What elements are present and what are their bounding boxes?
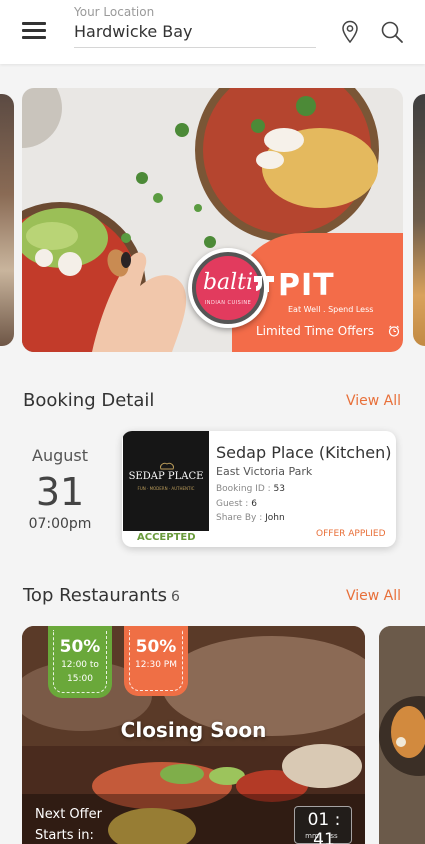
guest-count: Guest : 6 <box>216 499 257 509</box>
ribbon-discount: 50% <box>135 637 177 657</box>
offer-ribbon-green: 50% 12:00 to 15:00 <box>48 626 112 698</box>
location-underline <box>74 47 316 48</box>
location-label: Your Location <box>74 5 155 19</box>
menu-icon[interactable] <box>22 22 46 40</box>
sedap-logo-text: SEDAP PLACE <box>128 471 204 482</box>
booking-time: 07:00pm <box>28 516 92 532</box>
restaurants-section-title: Top Restaurants 6 <box>23 585 180 606</box>
restaurant-card[interactable]: 50% 12:00 to 15:00 50% 12:30 PM Closing … <box>22 626 365 844</box>
timer-unit-minutes: mm <box>305 832 319 840</box>
promo-banner[interactable]: balti INDIAN CUISINE PIT Eat Well . Spen… <box>22 88 403 352</box>
booking-month: August <box>32 446 88 465</box>
search-icon[interactable] <box>380 20 404 44</box>
booking-day: 31 <box>35 470 85 514</box>
offer-applied-badge: OFFER APPLIED <box>316 529 386 539</box>
sedap-logo-subtitle: FUN · MODERN · AUTHENTIC <box>137 486 195 491</box>
restaurants-title-text: Top Restaurants <box>23 585 168 606</box>
guest-value: 6 <box>251 499 257 509</box>
chef-hat-icon <box>160 462 174 470</box>
restaurants-view-all-link[interactable]: View All <box>346 588 401 604</box>
location-pin-icon[interactable] <box>340 20 360 44</box>
booking-id-label: Booking ID : <box>216 484 271 494</box>
next-restaurant-card-peek[interactable] <box>379 626 425 844</box>
restaurants-count: 6 <box>171 589 180 605</box>
banner-previous-peek[interactable] <box>0 94 14 346</box>
next-offer-line-1: Next Offer <box>35 807 102 822</box>
restaurant-location: East Victoria Park <box>216 465 313 478</box>
timer-units: mm ss <box>301 832 347 840</box>
ribbon-time-line-2: 15:00 <box>67 674 93 684</box>
offer-ribbon-orange: 50% 12:30 PM <box>124 626 188 696</box>
restaurant-name: Sedap Place (Kitchen) <box>216 443 392 462</box>
ribbon-time: 12:00 to 15:00 <box>48 658 112 686</box>
share-by: Share By : John <box>216 513 285 523</box>
pit-tagline: Eat Well . Spend Less <box>288 305 374 314</box>
alarm-clock-icon <box>388 325 400 337</box>
balti-logo-subtitle: INDIAN CUISINE <box>204 300 252 306</box>
countdown-timer: 01 : 41 mm ss <box>294 806 352 844</box>
share-by-label: Share By : <box>216 513 263 523</box>
status-badge: ACCEPTED <box>137 532 196 543</box>
pit-logo-icon <box>254 276 274 292</box>
ribbon-time-line-1: 12:00 to <box>61 660 99 670</box>
booking-id: Booking ID : 53 <box>216 484 285 494</box>
next-offer-line-2: Starts in: <box>35 828 94 843</box>
ribbon-time-line-1: 12:30 PM <box>135 660 177 670</box>
sedap-place-logo: SEDAP PLACE FUN · MODERN · AUTHENTIC <box>123 431 209 531</box>
timer-unit-seconds: ss <box>330 832 338 840</box>
next-offer-label: Next Offer Starts in: <box>35 804 102 844</box>
guest-label: Guest : <box>216 499 249 509</box>
closing-soon-label: Closing Soon <box>120 718 267 742</box>
app-header: Your Location Hardwicke Bay <box>0 0 425 64</box>
limited-offer-label: Limited Time Offers <box>256 324 375 338</box>
booking-id-value: 53 <box>273 484 285 494</box>
ribbon-discount: 50% <box>59 637 101 657</box>
location-input[interactable]: Hardwicke Bay <box>74 22 193 41</box>
next-restaurant-image <box>379 626 425 844</box>
ribbon-time: 12:30 PM <box>124 658 188 672</box>
booking-view-all-link[interactable]: View All <box>346 393 401 409</box>
share-by-value: John <box>265 513 285 523</box>
booking-section-title: Booking Detail <box>23 390 155 411</box>
banner-next-peek[interactable] <box>413 94 425 346</box>
balti-logo-text: balti <box>202 270 254 295</box>
pit-brand-title: PIT <box>278 268 335 303</box>
booking-card[interactable]: SEDAP PLACE FUN · MODERN · AUTHENTIC Sed… <box>122 431 396 547</box>
